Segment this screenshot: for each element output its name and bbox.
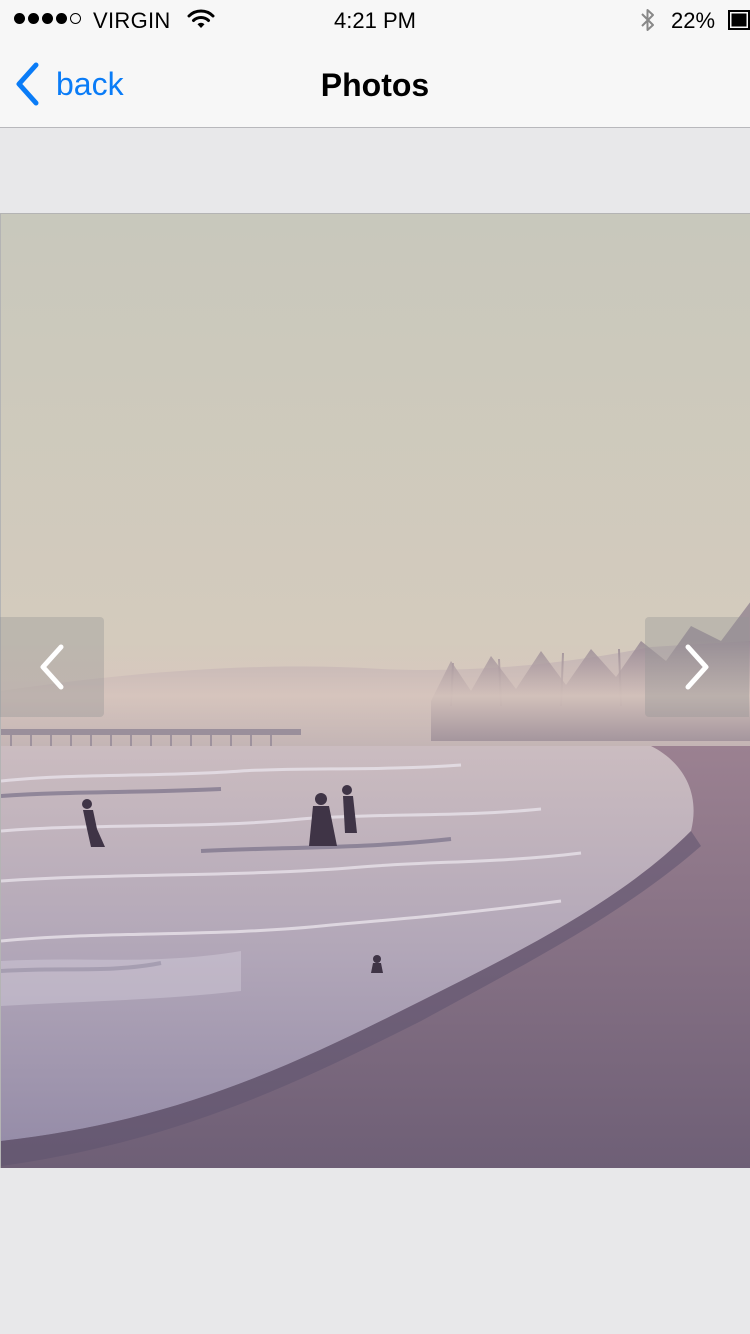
page-title: Photos	[320, 67, 430, 103]
status-time: 4:21 PM	[334, 8, 416, 33]
next-arrow-icon	[685, 644, 709, 690]
bluetooth-icon	[641, 9, 654, 31]
navigation-bar: back Photos	[0, 40, 750, 128]
previous-arrow-icon	[40, 644, 64, 690]
previous-photo-button[interactable]	[0, 617, 104, 717]
battery-percent: 22%	[671, 8, 716, 33]
beach-photo[interactable]	[0, 213, 750, 1168]
status-bar: VIRGIN 4:21 PM 22%	[0, 0, 750, 40]
next-photo-button[interactable]	[645, 617, 749, 717]
battery-icon	[728, 10, 750, 30]
